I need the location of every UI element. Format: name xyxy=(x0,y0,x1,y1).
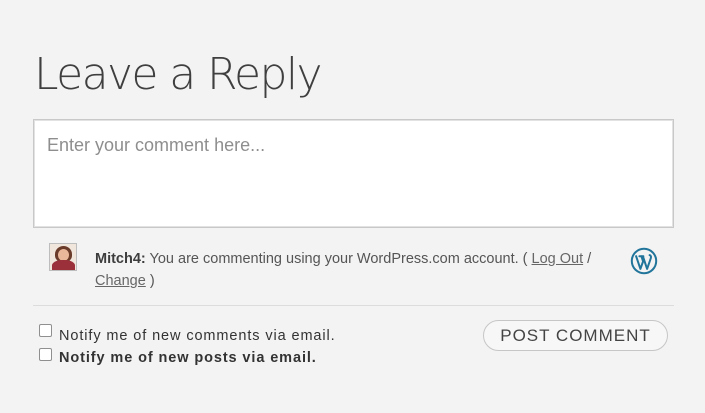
comment-identity: Mitch4: You are commenting using your Wo… xyxy=(33,237,674,306)
identity-message: Mitch4: You are commenting using your Wo… xyxy=(95,248,625,292)
username: Mitch4: xyxy=(95,251,146,267)
log-out-link[interactable]: Log Out xyxy=(532,251,584,267)
wordpress-logo-icon xyxy=(630,247,658,275)
identity-message-text: You are commenting using your WordPress.… xyxy=(145,251,532,267)
avatar-body xyxy=(52,260,75,270)
notify-comments-checkbox[interactable] xyxy=(39,324,52,337)
close-paren: ) xyxy=(145,273,155,289)
subscribe-options: Notify me of new comments via email. Not… xyxy=(38,322,478,370)
user-avatar xyxy=(49,243,77,271)
notify-posts-option[interactable]: Notify me of new posts via email. xyxy=(38,346,478,370)
notify-comments-label: Notify me of new comments via email. xyxy=(59,328,336,344)
comment-box xyxy=(33,119,674,228)
change-account-link[interactable]: Change xyxy=(95,273,146,289)
notify-posts-checkbox[interactable] xyxy=(39,348,52,361)
notify-posts-label: Notify me of new posts via email. xyxy=(59,350,317,366)
comment-form: Leave a Reply Mitch4: You are commenting… xyxy=(0,0,705,413)
post-comment-button[interactable]: POST COMMENT xyxy=(483,320,668,351)
comment-input[interactable] xyxy=(34,120,673,227)
reply-title: Leave a Reply xyxy=(34,49,322,100)
notify-comments-option[interactable]: Notify me of new comments via email. xyxy=(38,322,478,346)
link-separator: / xyxy=(583,251,592,267)
